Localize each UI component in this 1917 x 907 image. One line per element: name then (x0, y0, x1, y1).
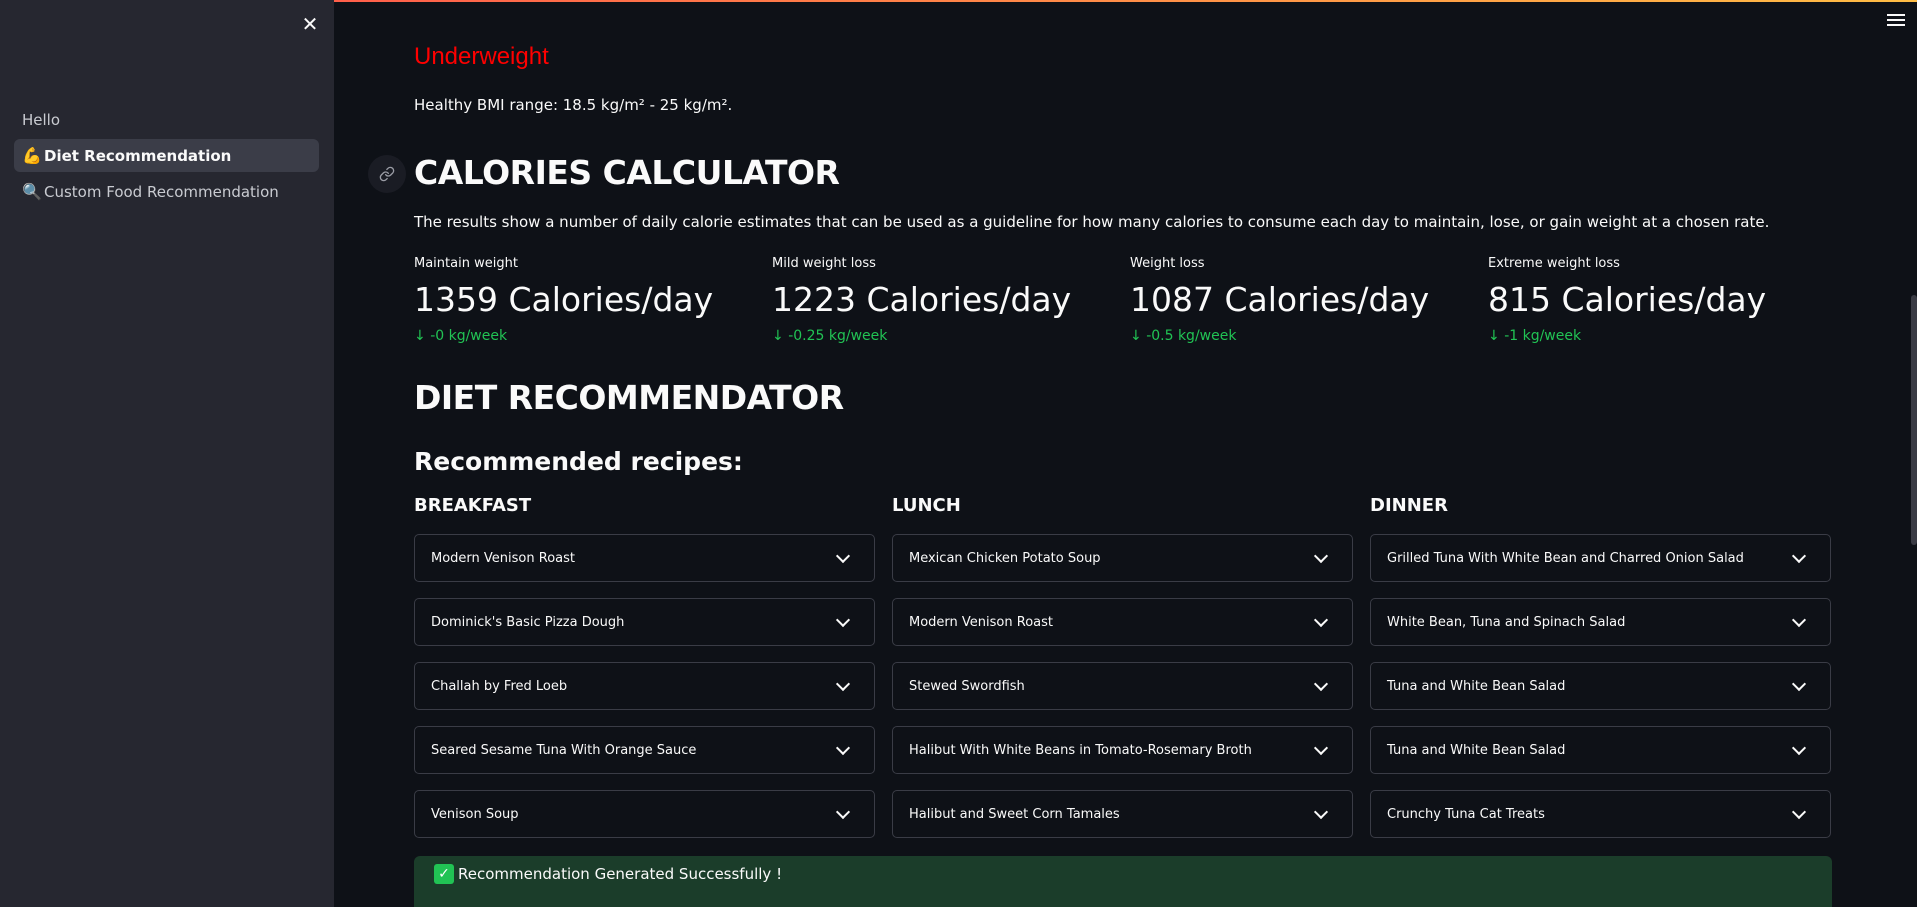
chevron-down-icon (835, 612, 851, 627)
recipe-expander[interactable]: Modern Venison Roast (414, 534, 875, 582)
recipe-name: Challah by Fred Loeb (431, 678, 568, 694)
metric-delta: ↓ -0.25 kg/week (772, 328, 888, 344)
dinner-column: DINNER Grilled Tuna With White Bean and … (1370, 495, 1831, 854)
diet-recommendator-heading: DIET RECOMMENDATOR (414, 378, 844, 417)
chevron-down-icon (835, 804, 851, 819)
success-message: Recommendation Generated Successfully ! (458, 865, 783, 883)
metric-weight-loss: Weight loss 1087 Calories/day ↓ -0.5 kg/… (1130, 256, 1488, 344)
recipe-name: Modern Venison Roast (909, 614, 1053, 630)
chevron-down-icon (1313, 548, 1329, 563)
metric-extreme-weight-loss: Extreme weight loss 815 Calories/day ↓ -… (1488, 256, 1846, 344)
calories-calculator-heading: CALORIES CALCULATOR (414, 153, 840, 192)
calorie-metrics: Maintain weight 1359 Calories/day ↓ -0 k… (414, 256, 1854, 344)
chevron-down-icon (1791, 548, 1807, 563)
recipe-expander[interactable]: Modern Venison Roast (892, 598, 1353, 646)
arrow-down-icon: ↓ (1488, 328, 1500, 344)
chevron-down-icon (1313, 740, 1329, 755)
recipe-name: White Bean, Tuna and Spinach Salad (1387, 614, 1626, 630)
metric-mild-weight-loss: Mild weight loss 1223 Calories/day ↓ -0.… (772, 256, 1130, 344)
check-icon: ✓ (434, 864, 454, 884)
metric-value: 815 Calories/day (1488, 280, 1767, 319)
chevron-down-icon (1791, 740, 1807, 755)
recipe-name: Modern Venison Roast (431, 550, 575, 566)
meal-columns: BREAKFAST Modern Venison Roast Dominick'… (414, 495, 1832, 854)
chevron-down-icon (1791, 612, 1807, 627)
metric-value: 1359 Calories/day (414, 280, 714, 319)
recipe-expander[interactable]: Dominick's Basic Pizza Dough (414, 598, 875, 646)
metric-value: 1087 Calories/day (1130, 280, 1430, 319)
column-title: BREAKFAST (414, 495, 532, 516)
recipe-expander[interactable]: Tuna and White Bean Salad (1370, 726, 1831, 774)
flexed-biceps-icon: 💪 (22, 146, 42, 165)
recipe-name: Tuna and White Bean Salad (1387, 742, 1566, 758)
sidebar: ✕ Hello 💪 Diet Recommendation 🔍 Custom F… (0, 0, 334, 907)
arrow-down-icon: ↓ (1130, 328, 1142, 344)
bmi-status: Underweight (414, 43, 549, 70)
metric-label: Weight loss (1130, 256, 1205, 271)
metric-delta: ↓ -0.5 kg/week (1130, 328, 1237, 344)
recipe-expander[interactable]: Seared Sesame Tuna With Orange Sauce (414, 726, 875, 774)
arrow-down-icon: ↓ (414, 328, 426, 344)
recipe-name: Halibut and Sweet Corn Tamales (909, 806, 1120, 822)
magnifier-icon: 🔍 (22, 182, 42, 201)
recipe-expander[interactable]: Tuna and White Bean Salad (1370, 662, 1831, 710)
recipe-expander[interactable]: Venison Soup (414, 790, 875, 838)
link-icon[interactable] (368, 155, 406, 193)
recipe-expander[interactable]: Stewed Swordfish (892, 662, 1353, 710)
recipe-expander[interactable]: Halibut With White Beans in Tomato-Rosem… (892, 726, 1353, 774)
sidebar-item-hello[interactable]: Hello (14, 103, 319, 136)
metric-label: Maintain weight (414, 256, 518, 271)
close-icon[interactable]: ✕ (299, 13, 321, 35)
recommended-recipes-heading: Recommended recipes: (414, 447, 743, 476)
sidebar-item-diet-recommendation[interactable]: 💪 Diet Recommendation (14, 139, 319, 172)
recipe-name: Stewed Swordfish (909, 678, 1025, 694)
chevron-down-icon (835, 740, 851, 755)
recipe-expander[interactable]: Halibut and Sweet Corn Tamales (892, 790, 1353, 838)
bmi-range-text: Healthy BMI range: 18.5 kg/m² - 25 kg/m²… (414, 96, 733, 114)
metric-delta: ↓ -0 kg/week (414, 328, 508, 344)
recipe-expander[interactable]: Mexican Chicken Potato Soup (892, 534, 1353, 582)
arrow-down-icon: ↓ (772, 328, 784, 344)
chevron-down-icon (835, 676, 851, 691)
recipe-name: Seared Sesame Tuna With Orange Sauce (431, 742, 697, 758)
recipe-expander[interactable]: Crunchy Tuna Cat Treats (1370, 790, 1831, 838)
sidebar-item-label: Custom Food Recommendation (44, 182, 279, 201)
sidebar-item-label: Hello (22, 110, 61, 129)
sidebar-item-label: Diet Recommendation (44, 146, 232, 165)
chevron-down-icon (1791, 804, 1807, 819)
metric-maintain-weight: Maintain weight 1359 Calories/day ↓ -0 k… (414, 256, 772, 344)
recipe-name: Halibut With White Beans in Tomato-Rosem… (909, 742, 1252, 758)
recipe-name: Venison Soup (431, 806, 519, 822)
recipe-name: Grilled Tuna With White Bean and Charred… (1387, 550, 1744, 566)
metric-delta: ↓ -1 kg/week (1488, 328, 1582, 344)
metric-value: 1223 Calories/day (772, 280, 1072, 319)
recipe-name: Crunchy Tuna Cat Treats (1387, 806, 1545, 822)
chevron-down-icon (1791, 676, 1807, 691)
sidebar-item-custom-food-recommendation[interactable]: 🔍 Custom Food Recommendation (14, 175, 319, 208)
chevron-down-icon (1313, 804, 1329, 819)
calories-description: The results show a number of daily calor… (414, 213, 1770, 231)
recipe-name: Dominick's Basic Pizza Dough (431, 614, 625, 630)
chevron-down-icon (1313, 612, 1329, 627)
metric-label: Mild weight loss (772, 256, 876, 271)
success-alert: ✓ Recommendation Generated Successfully … (414, 856, 1832, 907)
sidebar-nav: Hello 💪 Diet Recommendation 🔍 Custom Foo… (14, 103, 319, 211)
scrollbar-thumb[interactable] (1911, 295, 1917, 545)
column-title: DINNER (1370, 495, 1448, 516)
recipe-expander[interactable]: White Bean, Tuna and Spinach Salad (1370, 598, 1831, 646)
chevron-down-icon (1313, 676, 1329, 691)
recipe-expander[interactable]: Challah by Fred Loeb (414, 662, 875, 710)
lunch-column: LUNCH Mexican Chicken Potato Soup Modern… (892, 495, 1353, 854)
chevron-down-icon (835, 548, 851, 563)
recipe-name: Mexican Chicken Potato Soup (909, 550, 1101, 566)
breakfast-column: BREAKFAST Modern Venison Roast Dominick'… (414, 495, 875, 854)
recipe-expander[interactable]: Grilled Tuna With White Bean and Charred… (1370, 534, 1831, 582)
hamburger-menu-icon[interactable] (1887, 14, 1905, 28)
metric-label: Extreme weight loss (1488, 256, 1620, 271)
column-title: LUNCH (892, 495, 961, 516)
recipe-name: Tuna and White Bean Salad (1387, 678, 1566, 694)
